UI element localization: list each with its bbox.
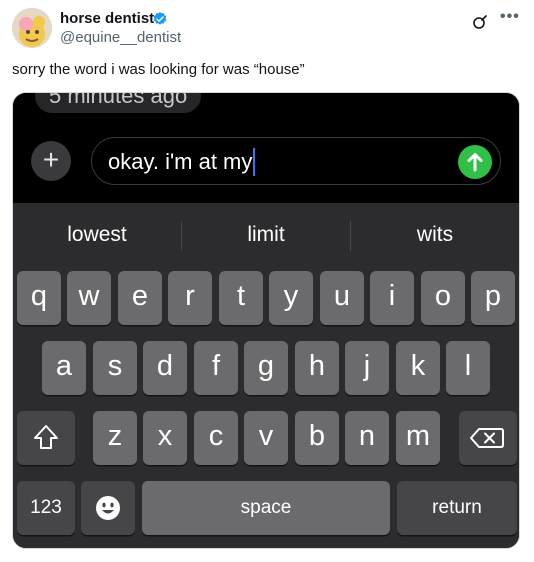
tweet-media-screenshot[interactable]: 5 minutes ago + okay. i'm at my lowest l… [12,92,520,549]
timestamp-pill: 5 minutes ago [35,93,202,113]
emoji-icon [96,496,120,520]
key-u[interactable]: u [320,271,364,325]
author-handle[interactable]: @equine__dentist [60,29,181,47]
tweet-text: sorry the word i was looking for was “ho… [12,61,305,78]
emoji-key[interactable] [81,481,135,535]
key-o[interactable]: o [421,271,465,325]
key-b[interactable]: b [295,411,339,465]
keyboard: lowest limit wits q w e r t y u i o p a … [13,203,519,548]
key-d[interactable]: d [143,341,187,395]
imessage-compose-area: 5 minutes ago + okay. i'm at my [13,93,519,203]
suggestion-bar: lowest limit wits [13,211,519,259]
key-a[interactable]: a [42,341,86,395]
message-input[interactable]: okay. i'm at my [91,137,501,185]
key-i[interactable]: i [370,271,414,325]
key-r[interactable]: r [168,271,212,325]
key-z[interactable]: z [93,411,137,465]
suggestion-3[interactable]: wits [351,211,519,259]
send-button[interactable] [458,145,492,179]
suggestion-2[interactable]: limit [182,211,350,259]
add-attachment-button[interactable]: + [31,141,71,181]
key-l[interactable]: l [446,341,490,395]
suggestion-1[interactable]: lowest [13,211,181,259]
key-t[interactable]: t [219,271,263,325]
delete-key[interactable] [459,411,517,465]
key-f[interactable]: f [194,341,238,395]
key-c[interactable]: c [194,411,238,465]
grok-icon[interactable] [472,14,488,30]
key-q[interactable]: q [17,271,61,325]
key-k[interactable]: k [396,341,440,395]
text-cursor [253,148,256,176]
shift-key[interactable] [17,411,75,465]
message-input-text: okay. i'm at my [108,148,256,176]
shift-arrow-icon [34,425,58,449]
key-m[interactable]: m [396,411,440,465]
typed-text: okay. i'm at my [108,149,253,174]
key-n[interactable]: n [345,411,389,465]
key-j[interactable]: j [345,341,389,395]
key-v[interactable]: v [244,411,288,465]
verified-badge-icon [153,12,167,25]
key-e[interactable]: e [118,271,162,325]
key-h[interactable]: h [295,341,339,395]
key-p[interactable]: p [471,271,515,325]
tweet-header: horse dentist @equine__dentist ••• [12,8,522,52]
key-w[interactable]: w [67,271,111,325]
avatar[interactable] [12,8,52,48]
key-y[interactable]: y [269,271,313,325]
arrow-up-icon [467,153,483,172]
backspace-icon [470,428,504,448]
numbers-key[interactable]: 123 [17,481,75,535]
author-name[interactable]: horse dentist [60,10,154,28]
space-key[interactable]: space [142,481,390,535]
key-s[interactable]: s [93,341,137,395]
return-key[interactable]: return [397,481,517,535]
more-options-icon[interactable]: ••• [500,9,522,26]
key-x[interactable]: x [143,411,187,465]
key-g[interactable]: g [244,341,288,395]
